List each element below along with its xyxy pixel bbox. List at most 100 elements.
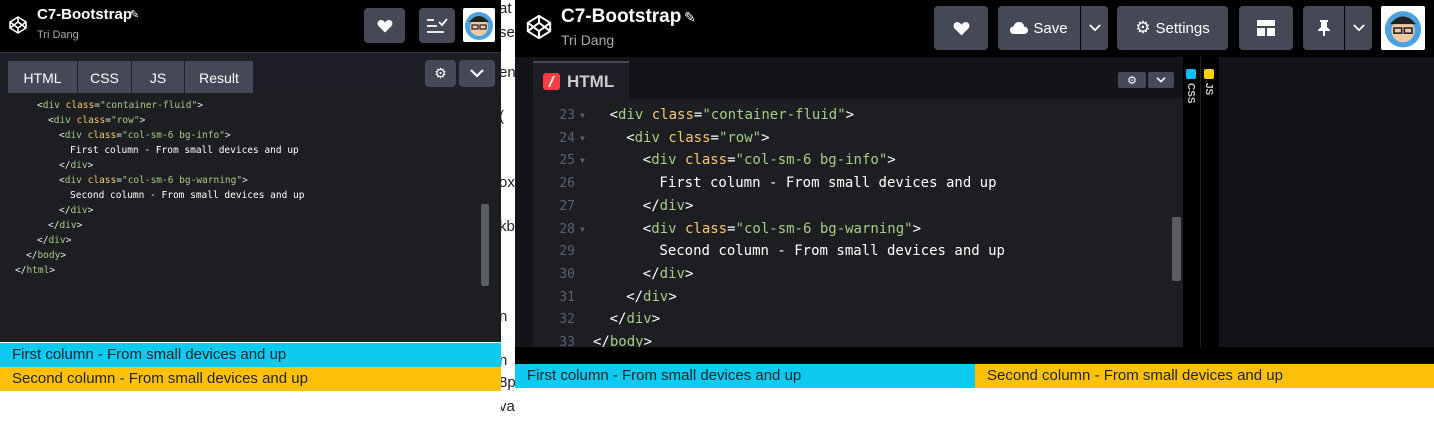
left-header: C7-Bootstrap ✎ Tri Dang — [0, 0, 501, 52]
background-text-fragment: n — [501, 308, 508, 325]
line-number: 31 — [559, 289, 575, 305]
pen-title[interactable]: C7-Bootstrap — [37, 6, 132, 23]
like-button[interactable] — [364, 8, 405, 43]
html-editor-settings-button[interactable]: ⚙ — [1118, 72, 1146, 88]
collapse-editor-button[interactable] — [459, 60, 495, 87]
avatar[interactable] — [463, 8, 495, 42]
right-code-scrollbar[interactable] — [1172, 217, 1181, 281]
code-line[interactable]: </div> — [643, 263, 694, 286]
fold-arrow-icon[interactable]: ▼ — [580, 127, 585, 150]
code-line[interactable]: </div> — [48, 218, 82, 233]
line-number: 23 — [559, 108, 575, 123]
fold-arrow-icon[interactable]: ▼ — [580, 218, 585, 241]
gear-icon: ⚙ — [1135, 18, 1151, 37]
right-codepen-window: C7-Bootstrap ✎ Tri Dang Save ⚙ Settings — [515, 0, 1434, 442]
layout-icon — [427, 17, 448, 33]
heart-icon — [377, 19, 392, 32]
result-resizer-bar[interactable] — [515, 347, 1434, 364]
line-number: 30 — [559, 266, 575, 282]
right-code-editor[interactable]: 23 ▼ <div class="container-fluid"> 24 ▼ <div … — [533, 99, 1183, 347]
edit-title-pencil-icon[interactable]: ✎ — [684, 9, 696, 26]
code-line[interactable]: </div> — [59, 158, 93, 173]
tab-html[interactable]: HTML — [8, 61, 77, 94]
avatar[interactable] — [1381, 6, 1425, 50]
code-line[interactable]: </div> — [610, 308, 661, 331]
editor-settings-button[interactable]: ⚙ — [425, 60, 456, 87]
background-text-fragment: kb — [501, 218, 515, 235]
background-text-fragment: se — [501, 24, 515, 41]
pin-button[interactable] — [1303, 6, 1344, 50]
settings-label: Settings — [1155, 19, 1210, 37]
code-line[interactable]: Second column - From small devices and u… — [659, 240, 1005, 263]
left-code-scrollbar[interactable] — [481, 204, 489, 286]
left-editor-tabs: HTML CSS JS Result ⚙ — [0, 52, 501, 94]
code-line[interactable]: <div class="row"> — [626, 127, 769, 150]
tab-js[interactable]: JS — [132, 61, 184, 94]
code-line[interactable]: </div> — [59, 203, 93, 218]
cloud-icon — [1010, 22, 1029, 34]
code-line[interactable]: </html> — [15, 263, 55, 278]
background-text-fragment: en — [501, 64, 515, 81]
pin-options-button[interactable] — [1345, 6, 1372, 50]
code-line[interactable]: Second column - From small devices and u… — [70, 188, 305, 203]
background-page-strip: at se en ( ox kb n n 8p va — [501, 0, 515, 442]
background-text-fragment: va — [501, 398, 515, 415]
collapsed-editors: CSS JS — [1183, 57, 1219, 347]
js-badge-icon — [1204, 69, 1214, 79]
code-line[interactable]: </body> — [593, 331, 652, 347]
tab-result[interactable]: Result — [185, 61, 253, 94]
code-line[interactable]: <div class="row"> — [48, 113, 145, 128]
background-text-fragment: n — [501, 352, 508, 369]
code-line[interactable]: <div class="col-sm-6 bg-warning"> — [643, 218, 921, 241]
chevron-down-icon — [1156, 77, 1166, 83]
code-line[interactable]: <div class="col-sm-6 bg-info"> — [59, 128, 231, 143]
css-badge-icon — [1186, 69, 1196, 79]
line-number: 27 — [559, 198, 575, 214]
code-line[interactable]: </div> — [643, 195, 694, 218]
save-options-button[interactable] — [1081, 6, 1108, 50]
code-line[interactable]: First column - From small devices and up — [70, 143, 299, 158]
edit-title-pencil-icon[interactable]: ✎ — [130, 8, 139, 21]
left-code-editor[interactable]: <div class="container-fluid"> <div class=… — [0, 93, 501, 342]
code-line[interactable]: <div class="col-sm-6 bg-info"> — [643, 149, 896, 172]
background-text-fragment: 8p — [501, 374, 515, 391]
change-view-button[interactable] — [1239, 6, 1293, 50]
background-text-fragment: at — [501, 0, 512, 17]
save-button[interactable]: Save — [998, 6, 1080, 50]
js-collapsed-editor[interactable]: JS — [1201, 57, 1218, 347]
gear-icon: ⚙ — [434, 65, 447, 81]
code-line[interactable]: </div> — [37, 233, 71, 248]
codepen-logo-icon[interactable] — [8, 15, 28, 35]
fold-arrow-icon[interactable]: ▼ — [580, 104, 585, 127]
line-number: 33 — [559, 335, 575, 347]
html-editor-tab[interactable]: HTML — [533, 61, 629, 100]
html-tab-label: HTML — [567, 71, 615, 91]
result-second-column: Second column - From small devices and u… — [975, 364, 1434, 388]
line-number: 28 — [559, 221, 575, 237]
background-text-fragment: ( — [501, 108, 504, 125]
line-number: 29 — [559, 244, 575, 260]
css-label: CSS — [1185, 83, 1196, 104]
layout-grid-icon — [1257, 20, 1275, 36]
pen-title[interactable]: C7-Bootstrap — [561, 6, 681, 28]
change-view-button[interactable] — [419, 8, 455, 43]
code-line[interactable]: <div class="container-fluid"> — [610, 104, 854, 127]
codepen-logo-icon[interactable] — [525, 13, 553, 41]
tab-css[interactable]: CSS — [78, 61, 131, 94]
pen-author[interactable]: Tri Dang — [37, 29, 79, 41]
settings-button[interactable]: ⚙ Settings — [1117, 6, 1228, 50]
code-line[interactable]: </body> — [26, 248, 66, 263]
like-button[interactable] — [934, 6, 988, 50]
code-line[interactable]: First column - From small devices and up — [659, 172, 996, 195]
html-badge-icon — [543, 73, 560, 90]
code-line[interactable]: <div class="col-sm-6 bg-warning"> — [59, 173, 248, 188]
code-line[interactable]: <div class="container-fluid"> — [37, 98, 203, 113]
pin-icon — [1317, 20, 1330, 36]
html-editor-collapse-button[interactable] — [1148, 72, 1174, 88]
pen-author[interactable]: Tri Dang — [561, 32, 614, 48]
css-collapsed-editor[interactable]: CSS — [1183, 57, 1201, 347]
code-line[interactable]: </div> — [626, 286, 677, 309]
fold-arrow-icon[interactable]: ▼ — [580, 149, 585, 172]
background-text-fragment: ox — [501, 174, 515, 191]
result-first-column: First column - From small devices and up — [515, 364, 975, 388]
